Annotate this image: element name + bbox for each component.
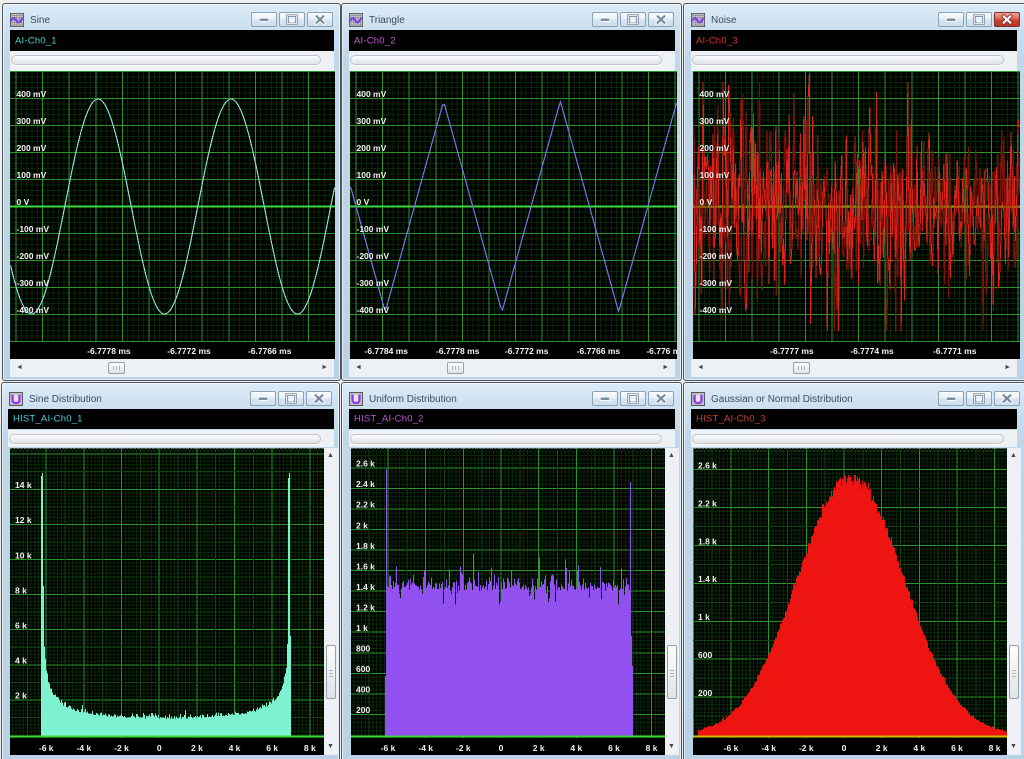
svg-text:2.4 k: 2.4 k (356, 479, 375, 489)
svg-text:-6.7772 ms: -6.7772 ms (167, 346, 211, 356)
svg-text:1 k: 1 k (698, 612, 710, 622)
svg-text:6 k: 6 k (266, 743, 278, 753)
svg-text:2.2 k: 2.2 k (356, 500, 375, 510)
svg-text:2.6 k: 2.6 k (356, 459, 375, 469)
svg-text:-2 k: -2 k (456, 743, 471, 753)
svg-text:-6 k: -6 k (381, 743, 396, 753)
svg-text:300 mV: 300 mV (357, 116, 387, 126)
svg-text:600: 600 (356, 664, 370, 674)
svg-text:1.4 k: 1.4 k (356, 582, 375, 592)
svg-text:-100 mV: -100 mV (357, 224, 390, 234)
svg-text:400: 400 (356, 685, 370, 695)
svg-text:600: 600 (698, 650, 712, 660)
svg-text:0: 0 (157, 743, 162, 753)
svg-text:12 k: 12 k (15, 515, 32, 525)
svg-text:8 k: 8 k (989, 743, 1001, 753)
svg-text:1 k: 1 k (356, 623, 368, 633)
svg-text:10 k: 10 k (15, 550, 32, 560)
svg-text:-100 mV: -100 mV (700, 224, 733, 234)
svg-text:-200 mV: -200 mV (17, 251, 50, 261)
svg-text:6 k: 6 k (15, 621, 27, 631)
svg-text:2.2 k: 2.2 k (698, 498, 717, 508)
svg-text:400 mV: 400 mV (357, 89, 387, 99)
svg-text:1.8 k: 1.8 k (698, 536, 717, 546)
svg-text:-100 mV: -100 mV (17, 224, 50, 234)
svg-text:-400 mV: -400 mV (700, 305, 733, 315)
svg-text:100 mV: 100 mV (357, 170, 387, 180)
svg-text:200 mV: 200 mV (357, 143, 387, 153)
svg-text:-4 k: -4 k (418, 743, 433, 753)
svg-text:-400 mV: -400 mV (357, 305, 390, 315)
svg-text:300 mV: 300 mV (17, 116, 47, 126)
svg-text:1.2 k: 1.2 k (356, 603, 375, 613)
svg-text:14 k: 14 k (15, 480, 32, 490)
svg-text:800: 800 (356, 644, 370, 654)
svg-text:4 k: 4 k (913, 743, 925, 753)
svg-text:-6.7777 ms: -6.7777 ms (770, 346, 814, 356)
svg-text:0: 0 (499, 743, 504, 753)
svg-text:100 mV: 100 mV (17, 170, 47, 180)
svg-text:-6.7774 ms: -6.7774 ms (850, 346, 894, 356)
svg-text:-2 k: -2 k (114, 743, 129, 753)
svg-text:200: 200 (356, 705, 370, 715)
svg-text:2 k: 2 k (15, 691, 27, 701)
svg-text:-6.776 ms: -6.776 ms (646, 346, 677, 356)
svg-text:-300 mV: -300 mV (17, 278, 50, 288)
svg-text:1.8 k: 1.8 k (356, 541, 375, 551)
svg-text:-200 mV: -200 mV (357, 251, 390, 261)
svg-text:100 mV: 100 mV (700, 170, 730, 180)
svg-text:2.6 k: 2.6 k (698, 461, 717, 471)
svg-text:-6 k: -6 k (724, 743, 739, 753)
svg-text:200 mV: 200 mV (17, 143, 47, 153)
svg-text:400 mV: 400 mV (700, 89, 730, 99)
svg-text:200 mV: 200 mV (700, 143, 730, 153)
svg-text:200: 200 (698, 688, 712, 698)
svg-text:6 k: 6 k (951, 743, 963, 753)
svg-text:-6.7766 ms: -6.7766 ms (248, 346, 292, 356)
svg-text:-6.7784 ms: -6.7784 ms (365, 346, 409, 356)
svg-text:-6.7778 ms: -6.7778 ms (87, 346, 131, 356)
svg-text:4 k: 4 k (570, 743, 582, 753)
svg-text:-300 mV: -300 mV (357, 278, 390, 288)
svg-text:2 k: 2 k (356, 520, 368, 530)
svg-text:8 k: 8 k (15, 585, 27, 595)
svg-text:300 mV: 300 mV (700, 116, 730, 126)
svg-text:-4 k: -4 k (761, 743, 776, 753)
svg-text:8 k: 8 k (304, 743, 316, 753)
svg-text:1.4 k: 1.4 k (698, 574, 717, 584)
svg-text:8 k: 8 k (646, 743, 658, 753)
svg-text:4 k: 4 k (15, 656, 27, 666)
svg-text:-6.7771 ms: -6.7771 ms (933, 346, 977, 356)
svg-text:400 mV: 400 mV (17, 89, 47, 99)
svg-text:1.6 k: 1.6 k (356, 561, 375, 571)
svg-text:0 V: 0 V (357, 197, 370, 207)
svg-text:0 V: 0 V (700, 197, 713, 207)
svg-text:4 k: 4 k (229, 743, 241, 753)
svg-text:-6.7778 ms: -6.7778 ms (436, 346, 480, 356)
svg-text:0: 0 (842, 743, 847, 753)
svg-text:-6.7766 ms: -6.7766 ms (577, 346, 621, 356)
svg-text:-4 k: -4 k (77, 743, 92, 753)
svg-text:-400 mV: -400 mV (17, 305, 50, 315)
svg-text:-200 mV: -200 mV (700, 251, 733, 261)
svg-text:6 k: 6 k (608, 743, 620, 753)
svg-text:0 V: 0 V (17, 197, 30, 207)
svg-text:2 k: 2 k (876, 743, 888, 753)
svg-text:2 k: 2 k (533, 743, 545, 753)
svg-text:-6 k: -6 k (39, 743, 54, 753)
svg-text:2 k: 2 k (191, 743, 203, 753)
svg-text:-300 mV: -300 mV (700, 278, 733, 288)
svg-text:-2 k: -2 k (799, 743, 814, 753)
svg-text:-6.7772 ms: -6.7772 ms (505, 346, 549, 356)
